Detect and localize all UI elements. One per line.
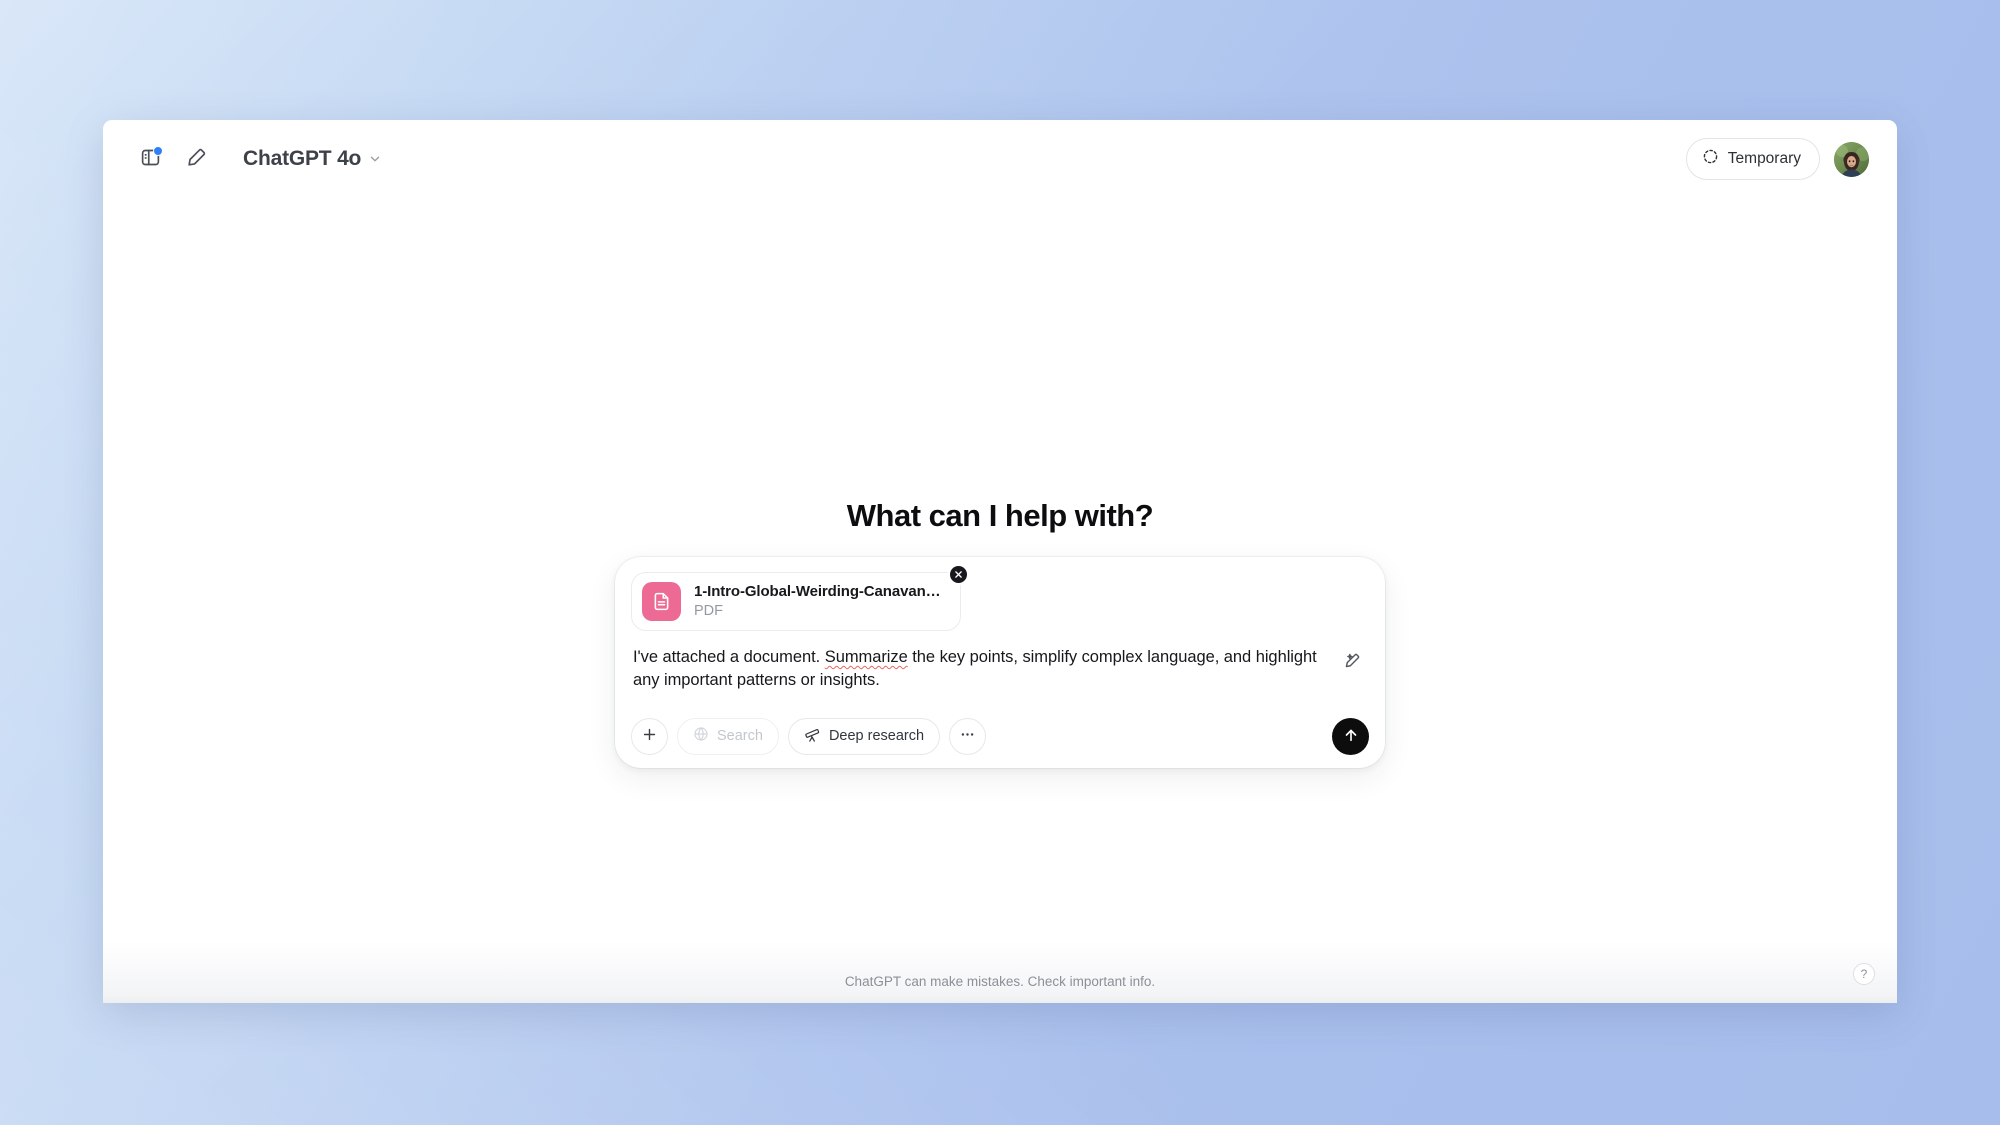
chatgpt-window: ChatGPT 4o Temporary What can I help wit…	[103, 120, 1897, 1003]
page-title: What can I help with?	[846, 498, 1154, 533]
avatar[interactable]	[1834, 141, 1869, 177]
add-attachment-button[interactable]	[631, 717, 668, 755]
composer-toolbar: Search Deep research	[629, 717, 1371, 755]
deep-research-label: Deep research	[828, 728, 925, 745]
top-bar-left-group: ChatGPT 4o	[129, 138, 392, 180]
magic-pencil-icon	[1342, 651, 1362, 674]
disclaimer-text: ChatGPT can make mistakes. Check importa…	[844, 974, 1156, 989]
help-button[interactable]: ?	[1853, 963, 1875, 985]
new-chat-button[interactable]	[175, 138, 217, 180]
attachment-meta: 1-Intro-Global-Weirding-Canavan-H… PDF	[694, 583, 944, 621]
search-tool-button[interactable]: Search	[677, 717, 779, 755]
close-x-icon	[954, 567, 963, 582]
attachment-row: 1-Intro-Global-Weirding-Canavan-H… PDF	[629, 564, 1371, 631]
ellipsis-icon	[959, 726, 976, 746]
prompt-text-before: I've attached a document.	[633, 648, 825, 666]
globe-icon	[693, 726, 709, 746]
attachment-chip[interactable]: 1-Intro-Global-Weirding-Canavan-H… PDF	[631, 564, 969, 631]
model-name-label: ChatGPT 4o	[243, 147, 362, 170]
deep-research-button[interactable]: Deep research	[787, 717, 941, 755]
temporary-label: Temporary	[1727, 150, 1801, 167]
remove-attachment-button[interactable]	[948, 564, 969, 585]
chevron-down-icon	[368, 152, 382, 166]
enhance-prompt-button[interactable]	[1337, 647, 1367, 677]
send-button[interactable]	[1332, 717, 1369, 755]
prompt-input[interactable]: I've attached a document. Summarize the …	[633, 646, 1337, 693]
compose-pencil-icon	[186, 147, 207, 171]
pdf-document-icon	[642, 582, 681, 621]
sidebar-toggle-button[interactable]	[129, 138, 171, 180]
dashed-circle-icon	[1702, 148, 1719, 170]
main-content: What can I help with? 1-Intro-Global-Wei…	[103, 198, 1897, 1003]
attachment-file-type: PDF	[694, 603, 723, 620]
search-tool-label: Search	[717, 728, 763, 745]
plus-icon	[641, 726, 658, 746]
top-bar: ChatGPT 4o Temporary	[103, 120, 1897, 198]
misspelled-word: Summarize	[824, 648, 908, 666]
composer: 1-Intro-Global-Weirding-Canavan-H… PDF I…	[615, 557, 1385, 768]
avatar-image	[1834, 141, 1869, 177]
arrow-up-icon	[1342, 726, 1360, 747]
prompt-row: I've attached a document. Summarize the …	[629, 646, 1371, 693]
temporary-chat-button[interactable]: Temporary	[1685, 138, 1820, 180]
top-bar-right-group: Temporary	[1685, 138, 1869, 180]
question-mark-icon: ?	[1860, 967, 1868, 981]
telescope-icon	[804, 726, 821, 747]
more-tools-button[interactable]	[949, 717, 987, 755]
model-selector[interactable]: ChatGPT 4o	[235, 140, 392, 178]
attachment-file-name: 1-Intro-Global-Weirding-Canavan-H…	[694, 582, 944, 600]
notification-dot	[153, 146, 163, 156]
